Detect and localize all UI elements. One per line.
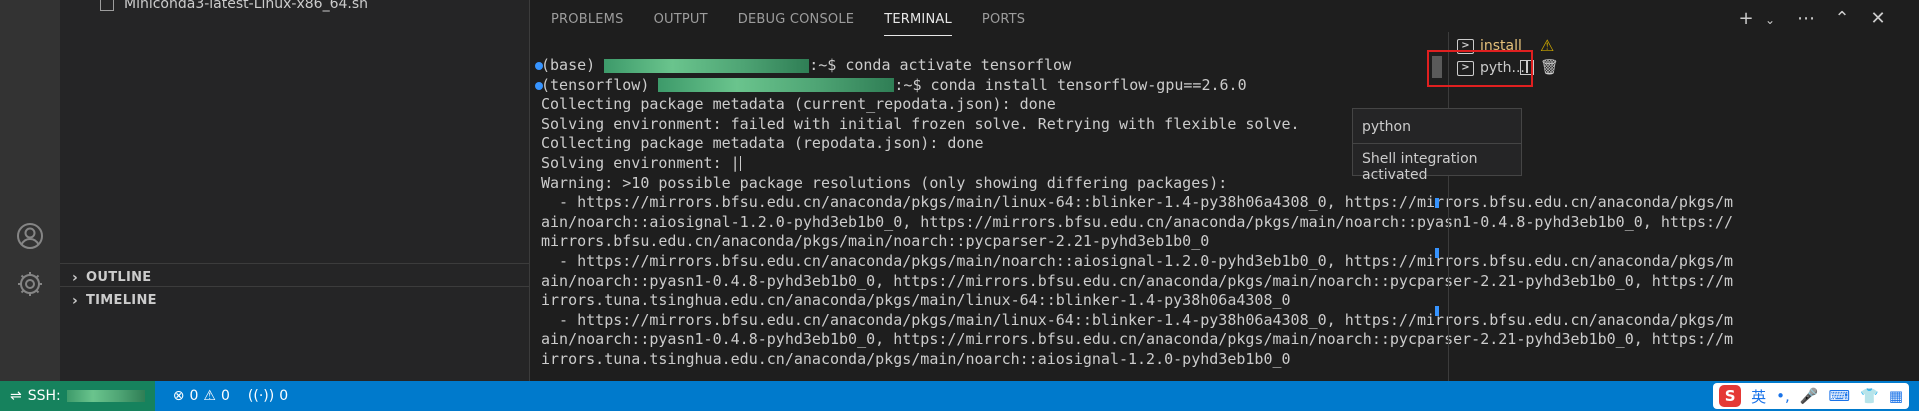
- command-decoration-icon[interactable]: [535, 62, 543, 70]
- skin-icon[interactable]: 👕: [1860, 387, 1879, 405]
- ime-language[interactable]: 英: [1751, 386, 1766, 407]
- ports-status[interactable]: ((·)) 0: [248, 388, 288, 404]
- problems-status[interactable]: ⊗ 0 ⚠ 0: [173, 388, 230, 404]
- chevron-right-icon: ›: [71, 292, 79, 309]
- tab-terminal[interactable]: TERMINAL: [884, 8, 952, 36]
- redacted-user-host: [658, 78, 895, 93]
- remote-indicator[interactable]: ⇌ SSH:: [0, 381, 155, 411]
- tab-problems[interactable]: PROBLEMS: [551, 8, 624, 36]
- terminal-line: Solving environment: |: [541, 154, 1901, 174]
- chevron-up-icon[interactable]: ⌃: [1831, 8, 1853, 32]
- panel-tabs: PROBLEMS OUTPUT DEBUG CONSOLE TERMINAL P…: [551, 8, 1055, 36]
- file-icon: [100, 0, 114, 11]
- terminal-text: mirrors.bfsu.edu.cn/anaconda/pkgs/main/n…: [541, 232, 1210, 251]
- scroll-marker: [1435, 306, 1439, 316]
- terminal-line: - https://mirrors.bfsu.edu.cn/anaconda/p…: [541, 193, 1901, 213]
- terminal-text: irrors.tuna.tsinghua.edu.cn/anaconda/pkg…: [541, 291, 1291, 310]
- warning-icon[interactable]: ⚠: [1540, 36, 1554, 55]
- chevron-down-icon[interactable]: ⌄: [1759, 8, 1781, 32]
- timeline-label: TIMELINE: [86, 293, 157, 308]
- terminal-line: irrors.tuna.tsinghua.edu.cn/anaconda/pkg…: [541, 350, 1901, 370]
- plus-icon[interactable]: +: [1735, 8, 1757, 32]
- terminal-line: Warning: >10 possible package resolution…: [541, 174, 1901, 194]
- grid-icon[interactable]: ▦: [1889, 387, 1903, 405]
- punctuation-icon[interactable]: •,: [1776, 387, 1790, 405]
- command-decoration-icon[interactable]: [535, 81, 543, 90]
- prompt-command: :~$ conda install tensorflow-gpu==2.6.0: [894, 75, 1247, 94]
- tab-ports[interactable]: PORTS: [982, 8, 1025, 36]
- prompt-env: (tensorflow): [541, 75, 659, 94]
- terminal-text: Warning: >10 possible package resolution…: [541, 173, 1228, 192]
- sogou-logo-icon: S: [1719, 385, 1742, 407]
- popup-title: python: [1362, 119, 1411, 135]
- microphone-icon[interactable]: 🎤: [1800, 387, 1819, 405]
- ime-toolbar[interactable]: S 英 •, 🎤 ⌨ 👕 ▦: [1713, 383, 1909, 409]
- terminal-line: ain/noarch::aiosignal-1.2.0-pyhd3eb1b0_0…: [541, 213, 1901, 233]
- manage-gear-icon[interactable]: [14, 268, 46, 300]
- accounts-icon[interactable]: [14, 220, 46, 252]
- file-item[interactable]: Miniconda3-latest-Linux-x86_64.sh: [100, 0, 368, 14]
- terminal-line: mirrors.bfsu.edu.cn/anaconda/pkgs/main/n…: [541, 232, 1901, 252]
- tab-debug-console[interactable]: DEBUG CONSOLE: [738, 8, 854, 36]
- warning-count: 0: [220, 388, 230, 404]
- terminal-hover-popup: python Shell integration activated: [1352, 108, 1522, 183]
- remote-label: SSH:: [27, 388, 61, 404]
- popup-detail: Shell integration activated: [1362, 151, 1478, 183]
- panel-actions: + ⌄ ⋯ ⌃ ✕: [1735, 8, 1889, 32]
- scroll-marker: [1435, 248, 1439, 258]
- trash-icon[interactable]: 🗑: [1540, 58, 1559, 76]
- terminal-text: irrors.tuna.tsinghua.edu.cn/anaconda/pkg…: [541, 349, 1291, 368]
- terminal-line: - https://mirrors.bfsu.edu.cn/anaconda/p…: [541, 252, 1901, 272]
- terminal-line: Collecting package metadata (current_rep…: [541, 95, 1901, 115]
- error-count: 0: [189, 388, 199, 404]
- status-bar: ⇌ SSH: ⊗ 0 ⚠ 0 ((·)) 0: [0, 381, 1919, 411]
- terminal-output[interactable]: (base) :~$ conda activate tensorflow (ten…: [535, 56, 1901, 370]
- ports-count: 0: [279, 388, 289, 404]
- prompt-command: :~$ conda activate tensorflow: [809, 56, 1072, 74]
- terminal-text: Solving environment: |: [541, 153, 740, 172]
- terminal-text: Collecting package metadata (repodata.js…: [541, 134, 984, 153]
- close-icon[interactable]: ✕: [1867, 8, 1889, 32]
- terminal-line: irrors.tuna.tsinghua.edu.cn/anaconda/pkg…: [541, 291, 1901, 311]
- popup-divider: [1353, 143, 1521, 144]
- broadcast-icon: ((·)): [247, 388, 275, 404]
- terminal-line: Solving environment: failed with initial…: [541, 115, 1901, 135]
- keyboard-icon[interactable]: ⌨: [1828, 387, 1850, 405]
- redacted-host: [66, 390, 145, 402]
- chevron-right-icon: ›: [71, 269, 79, 286]
- more-icon[interactable]: ⋯: [1795, 8, 1817, 32]
- tab-output[interactable]: OUTPUT: [654, 8, 708, 36]
- file-name: Miniconda3-latest-Linux-x86_64.sh: [124, 0, 369, 12]
- terminal-line: ain/noarch::pyasn1-0.4.8-pyhd3eb1b0_0, h…: [541, 330, 1901, 350]
- terminal-cursor: [739, 155, 741, 171]
- terminal-text: Collecting package metadata (current_rep…: [541, 95, 1056, 114]
- bottom-panel: PROBLEMS OUTPUT DEBUG CONSOLE TERMINAL P…: [531, 0, 1919, 381]
- remote-icon: ⇌: [10, 388, 22, 404]
- outline-label: OUTLINE: [86, 270, 152, 285]
- activity-bar: [0, 0, 60, 381]
- error-icon: ⊗: [172, 388, 185, 404]
- scroll-marker: [1435, 198, 1439, 208]
- terminal-text: Solving environment: failed with initial…: [541, 114, 1300, 133]
- terminal-scrollbar[interactable]: [1432, 56, 1442, 381]
- terminal-line: Collecting package metadata (repodata.js…: [541, 134, 1901, 154]
- terminal-line: (tensorflow) :~$ conda install tensorflo…: [535, 75, 1901, 96]
- terminal-line: - https://mirrors.bfsu.edu.cn/anaconda/p…: [541, 311, 1901, 331]
- warning-status-icon: ⚠: [203, 388, 216, 404]
- explorer-sidebar: Miniconda3-latest-Linux-x86_64.sh › OUTL…: [60, 0, 530, 381]
- prompt-env: (base): [541, 56, 605, 74]
- highlight-annotation: [1427, 50, 1533, 87]
- terminal-line: ain/noarch::pyasn1-0.4.8-pyhd3eb1b0_0, h…: [541, 272, 1901, 292]
- terminal-line: (base) :~$ conda activate tensorflow: [535, 56, 1901, 76]
- redacted-user-host: [604, 58, 810, 73]
- timeline-section-header[interactable]: › TIMELINE: [60, 286, 530, 314]
